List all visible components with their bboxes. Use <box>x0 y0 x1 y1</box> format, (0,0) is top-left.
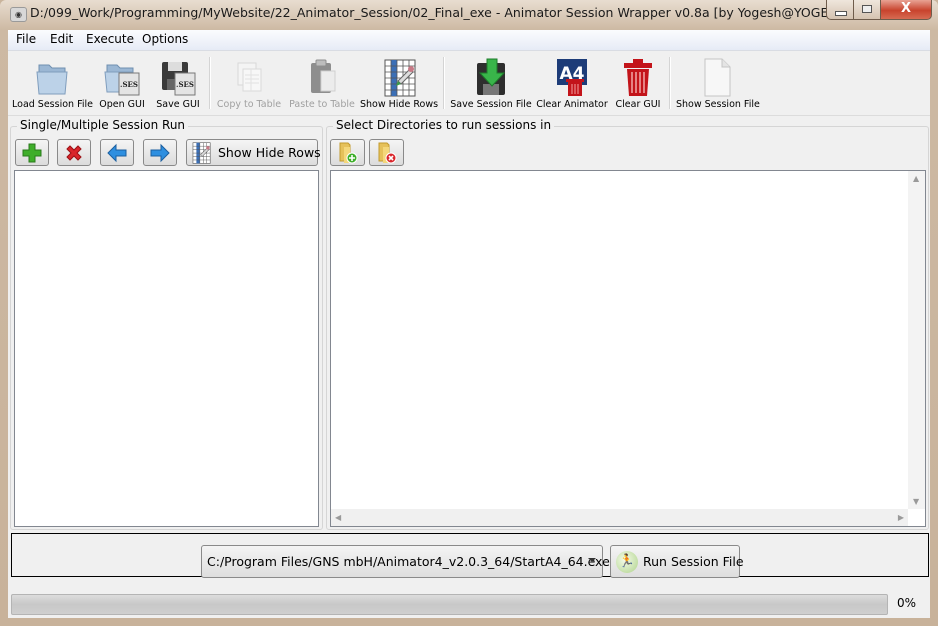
executable-select[interactable]: C:/Program Files/GNS mbH/Animator4_v2.0.… <box>201 545 610 578</box>
eye-icon[interactable]: ◉ <box>10 7 27 22</box>
open-gui-button[interactable]: .SES Open GUI <box>94 53 150 113</box>
folder-ses-file-icon: .SES <box>104 64 140 96</box>
remove-directory-button[interactable] <box>369 139 404 166</box>
save-download-icon <box>477 58 506 95</box>
show-hide-rows-label: Show Hide Rows <box>218 145 321 160</box>
maximize-icon <box>862 5 872 13</box>
executable-select-value: C:/Program Files/GNS mbH/Animator4_v2.0.… <box>207 554 610 569</box>
directory-list[interactable]: ▲ ▼ ◀ ▶ <box>330 170 926 527</box>
folder-add-icon <box>339 142 358 164</box>
floppy-ses-file-icon: .SES <box>162 62 196 96</box>
title-bar[interactable]: ◉ D:/099_Work/Programming/MyWebsite/22_A… <box>0 0 938 28</box>
run-session-file-label: Run Session File <box>643 554 744 569</box>
load-session-file-label: Load Session File <box>12 99 93 110</box>
session-run-group: Single/Multiple Session Run Show Hide Ro… <box>10 118 323 530</box>
show-hide-rows-toolbar-label: Show Hide Rows <box>360 99 439 110</box>
client-area: File Edit Execute Options Load Session F… <box>8 30 930 618</box>
session-run-group-title: Single/Multiple Session Run <box>17 118 189 132</box>
add-directory-button[interactable] <box>330 139 365 166</box>
minimize-icon <box>835 11 847 16</box>
grid-pencil-icon <box>384 59 416 97</box>
running-man-icon: 🏃 <box>616 551 638 573</box>
clear-gui-label: Clear GUI <box>615 99 661 110</box>
show-session-file-label: Show Session File <box>676 99 760 110</box>
show-hide-rows-button[interactable]: Show Hide Rows <box>186 139 321 166</box>
directories-group: Select Directories to run sessions in ▲ … <box>326 118 929 530</box>
scroll-up-icon[interactable]: ▲ <box>913 174 919 183</box>
blank-document-icon <box>704 58 731 97</box>
chevron-down-icon <box>588 558 596 562</box>
trash-icon <box>624 59 652 96</box>
copy-to-table-button[interactable]: Copy to Table <box>213 53 285 113</box>
progress-bar <box>11 594 888 615</box>
paste-to-table-button[interactable]: Paste to Table <box>287 53 357 113</box>
move-right-button[interactable] <box>143 139 177 166</box>
app-window: ◉ D:/099_Work/Programming/MyWebsite/22_A… <box>0 0 938 626</box>
menu-file[interactable]: File <box>16 32 36 46</box>
toolbar-separator <box>209 57 211 109</box>
save-gui-label: Save GUI <box>156 99 200 110</box>
scroll-left-icon[interactable]: ◀ <box>335 513 341 522</box>
toolbar-separator <box>669 57 671 109</box>
save-session-file-label: Save Session File <box>450 99 532 110</box>
arrow-left-icon <box>107 143 127 163</box>
clear-animator-button[interactable]: A4 Clear Animator <box>536 53 608 113</box>
save-gui-button[interactable]: .SES Save GUI <box>150 53 206 113</box>
show-session-file-button[interactable]: Show Session File <box>676 53 760 113</box>
close-icon: X <box>900 1 912 16</box>
menu-execute[interactable]: Execute <box>86 32 134 46</box>
scroll-right-icon[interactable]: ▶ <box>898 513 904 522</box>
close-button[interactable]: X <box>880 0 932 20</box>
open-gui-label: Open GUI <box>99 99 145 110</box>
minimize-button[interactable] <box>826 0 854 20</box>
directories-group-title: Select Directories to run sessions in <box>333 118 555 132</box>
progress-label: 0% <box>897 596 917 610</box>
svg-text:.SES: .SES <box>120 80 138 89</box>
menu-options[interactable]: Options <box>142 32 188 46</box>
horizontal-scrollbar[interactable]: ◀ ▶ <box>331 509 908 526</box>
vertical-scrollbar[interactable]: ▲ ▼ <box>908 171 925 509</box>
svg-text:.SES: .SES <box>176 80 194 89</box>
session-list[interactable] <box>14 170 319 527</box>
add-session-button[interactable] <box>15 139 49 166</box>
window-title: D:/099_Work/Programming/MyWebsite/22_Ani… <box>30 5 872 20</box>
remove-session-button[interactable] <box>57 139 91 166</box>
run-session-file-button[interactable]: 🏃 Run Session File <box>610 545 744 578</box>
menu-edit[interactable]: Edit <box>50 32 73 46</box>
scroll-down-icon[interactable]: ▼ <box>913 497 919 506</box>
plus-icon <box>22 143 42 163</box>
copy-table-icon <box>237 62 262 92</box>
save-session-file-button[interactable]: Save Session File <box>450 53 532 113</box>
show-hide-rows-toolbar-button[interactable]: Show Hide Rows <box>360 53 438 113</box>
load-session-file-button[interactable]: Load Session File <box>12 53 93 113</box>
paste-clipboard-icon <box>311 59 336 93</box>
clear-animator-label: Clear Animator <box>536 99 608 110</box>
grid-pencil-icon <box>192 142 211 164</box>
copy-to-table-label: Copy to Table <box>216 99 282 110</box>
toolbar: Load Session File .SES Open GUI .SES Sav… <box>8 51 930 116</box>
folder-icon <box>36 64 68 95</box>
clear-gui-button[interactable]: Clear GUI <box>611 53 665 113</box>
arrow-right-icon <box>150 143 170 163</box>
menu-bar: File Edit Execute Options <box>8 30 930 51</box>
folder-remove-icon <box>378 142 397 164</box>
a4-trash-icon: A4 <box>557 59 587 96</box>
move-left-button[interactable] <box>100 139 134 166</box>
run-frame: C:/Program Files/GNS mbH/Animator4_v2.0.… <box>11 533 929 578</box>
maximize-button[interactable] <box>853 0 881 20</box>
toolbar-separator <box>443 57 445 109</box>
paste-to-table-label: Paste to Table <box>289 99 355 110</box>
delete-x-icon <box>66 145 82 161</box>
